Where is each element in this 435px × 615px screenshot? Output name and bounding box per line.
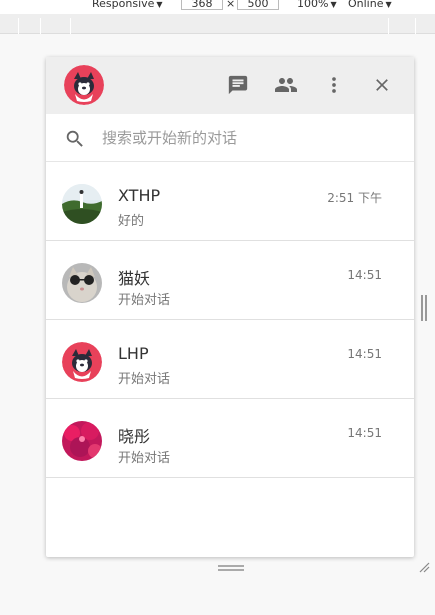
contact-name: 猫妖	[118, 269, 151, 288]
more-options-button[interactable]	[322, 73, 346, 97]
device-select-label: Responsive	[92, 0, 155, 10]
husky-cartoon-icon	[62, 342, 102, 382]
landscape-photo-icon	[62, 184, 102, 224]
message-preview: 好的	[118, 214, 145, 229]
contact-avatar	[62, 263, 102, 303]
search-bar	[46, 114, 414, 162]
zoom-select-label: 100%	[297, 0, 329, 10]
message-preview: 开始对话	[118, 372, 171, 387]
device-select[interactable]: Responsive ▼	[92, 0, 163, 11]
flowers-pink-icon	[62, 421, 102, 461]
search-icon	[66, 130, 83, 147]
height-input[interactable]: 500	[237, 0, 279, 10]
contact-avatar	[62, 184, 102, 224]
close-button[interactable]	[370, 73, 394, 97]
conversation-item[interactable]: 猫妖 开始对话 14:51	[46, 241, 414, 320]
people-icon	[275, 78, 297, 92]
chat-panel: XTHP 好的 2:51 下午 猫妖 开始对话 14:51	[46, 57, 414, 557]
close-icon	[376, 79, 388, 91]
ruler-divider	[40, 18, 41, 34]
ruler-divider	[388, 18, 389, 34]
ruler-divider	[415, 18, 416, 34]
caret-down-icon: ▼	[156, 0, 163, 9]
message-preview: 开始对话	[118, 451, 171, 466]
dimension-separator: ×	[226, 0, 236, 10]
zoom-select[interactable]: 100% ▼	[297, 0, 337, 11]
husky-avatar-icon	[64, 65, 104, 105]
message-time: 2:51 下午	[327, 191, 382, 205]
devtools-toolbar: Responsive ▼ 368 × 500 100% ▼ Online ▼	[0, 0, 435, 14]
caret-down-icon: ▼	[385, 0, 392, 9]
contact-name: LHP	[118, 344, 149, 363]
conversation-item[interactable]: 晓彤 开始对话 14:51	[46, 399, 414, 478]
message-time: 14:51	[347, 268, 382, 282]
network-select[interactable]: Online ▼	[348, 0, 392, 11]
panel-header	[46, 57, 414, 114]
contact-avatar	[62, 421, 102, 461]
conversation-list: XTHP 好的 2:51 下午 猫妖 开始对话 14:51 LHP 开始对话 1…	[46, 162, 414, 478]
user-avatar[interactable]	[64, 65, 104, 105]
resize-corner-icon[interactable]	[418, 561, 430, 573]
search-input[interactable]	[102, 126, 392, 150]
contacts-button[interactable]	[274, 73, 298, 97]
resize-handle-right[interactable]	[421, 295, 427, 321]
message-time: 14:51	[347, 426, 382, 440]
conversation-item[interactable]: LHP 开始对话 14:51	[46, 320, 414, 399]
ruler-divider	[18, 18, 19, 34]
contact-name: XTHP	[118, 186, 161, 205]
cat-with-sunglasses-icon	[62, 263, 102, 303]
ruler-divider	[70, 18, 71, 34]
conversation-item[interactable]: XTHP 好的 2:51 下午	[46, 162, 414, 241]
caret-down-icon: ▼	[330, 0, 337, 9]
media-query-ruler[interactable]	[0, 14, 435, 34]
chat-bubble-icon	[228, 75, 248, 95]
message-preview: 开始对话	[118, 293, 171, 308]
contact-avatar	[62, 342, 102, 382]
more-vert-icon	[332, 77, 336, 93]
network-select-label: Online	[348, 0, 384, 10]
message-time: 14:51	[347, 347, 382, 361]
new-chat-button[interactable]	[226, 73, 250, 97]
width-input[interactable]: 368	[181, 0, 223, 10]
resize-handle-bottom[interactable]	[218, 565, 244, 571]
contact-name: 晓彤	[118, 427, 151, 446]
